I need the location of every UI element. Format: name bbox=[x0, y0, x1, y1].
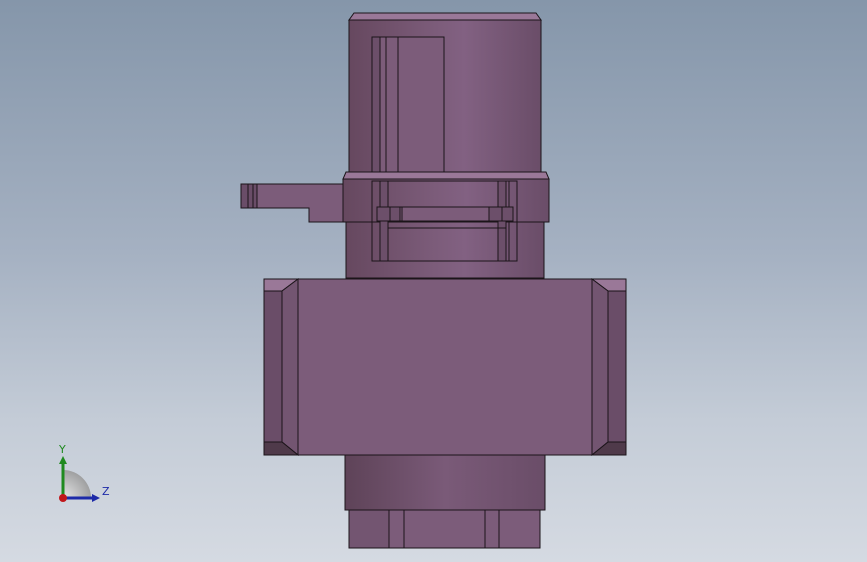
gearbox-left-face bbox=[263, 290, 283, 443]
triad-arc-icon bbox=[63, 470, 91, 498]
z-axis-label: Z bbox=[102, 485, 110, 498]
motor-body bbox=[240, 12, 627, 549]
y-axis-label: Y bbox=[58, 443, 66, 456]
terminal-box-inner-left bbox=[371, 36, 381, 182]
lower-cylinder bbox=[344, 454, 546, 511]
terminal-box-frame bbox=[371, 36, 445, 182]
top-cap-chamfer bbox=[348, 12, 542, 21]
gearbox-right-face bbox=[607, 290, 627, 443]
gearbox-housing bbox=[263, 278, 627, 456]
collar-chamfer bbox=[342, 171, 550, 180]
3d-model-view[interactable] bbox=[0, 0, 867, 562]
view-orientation-triad: Y Z bbox=[58, 443, 110, 502]
graphics-viewport[interactable]: Y Z bbox=[0, 0, 867, 562]
neck bbox=[345, 221, 545, 279]
mounting-arm-end bbox=[240, 183, 258, 209]
x-axis-origin-icon bbox=[59, 494, 67, 502]
